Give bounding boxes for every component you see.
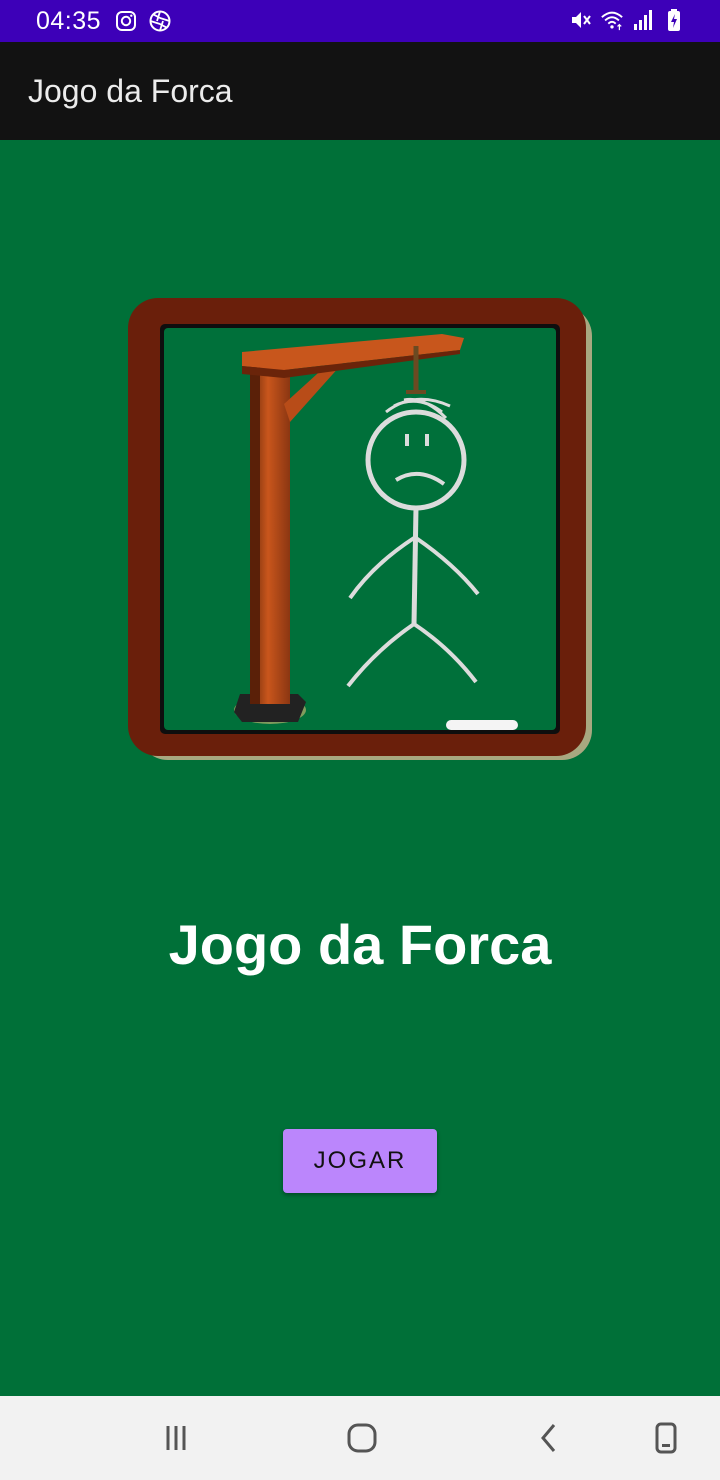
app-bar-title: Jogo da Forca [28, 73, 233, 109]
wifi-icon [601, 11, 623, 31]
navigation-bar [0, 1396, 720, 1480]
battery-charging-icon [668, 9, 680, 31]
play-button[interactable]: JOGAR [283, 1129, 437, 1193]
status-time: 04:35 [36, 7, 102, 35]
back-button[interactable] [528, 1416, 572, 1460]
signal-icon [634, 10, 652, 30]
status-system-icons [569, 8, 686, 32]
recent-apps-button[interactable] [154, 1416, 198, 1460]
home-icon [347, 1423, 377, 1453]
status-notification-icons [114, 9, 172, 33]
mute-icon [572, 12, 591, 28]
rotate-screen-icon [655, 1422, 677, 1454]
aperture-icon [149, 10, 171, 32]
main-title: Jogo da Forca [168, 913, 552, 976]
rotate-screen-button[interactable] [644, 1416, 688, 1460]
recent-apps-icon [166, 1426, 186, 1450]
hangman-gallows-icon [128, 298, 592, 760]
instagram-icon [116, 11, 136, 31]
status-bar: 04:35 [0, 0, 720, 42]
app-bar: Jogo da Forca [0, 42, 720, 140]
back-icon [541, 1424, 556, 1452]
home-button[interactable] [340, 1416, 384, 1460]
